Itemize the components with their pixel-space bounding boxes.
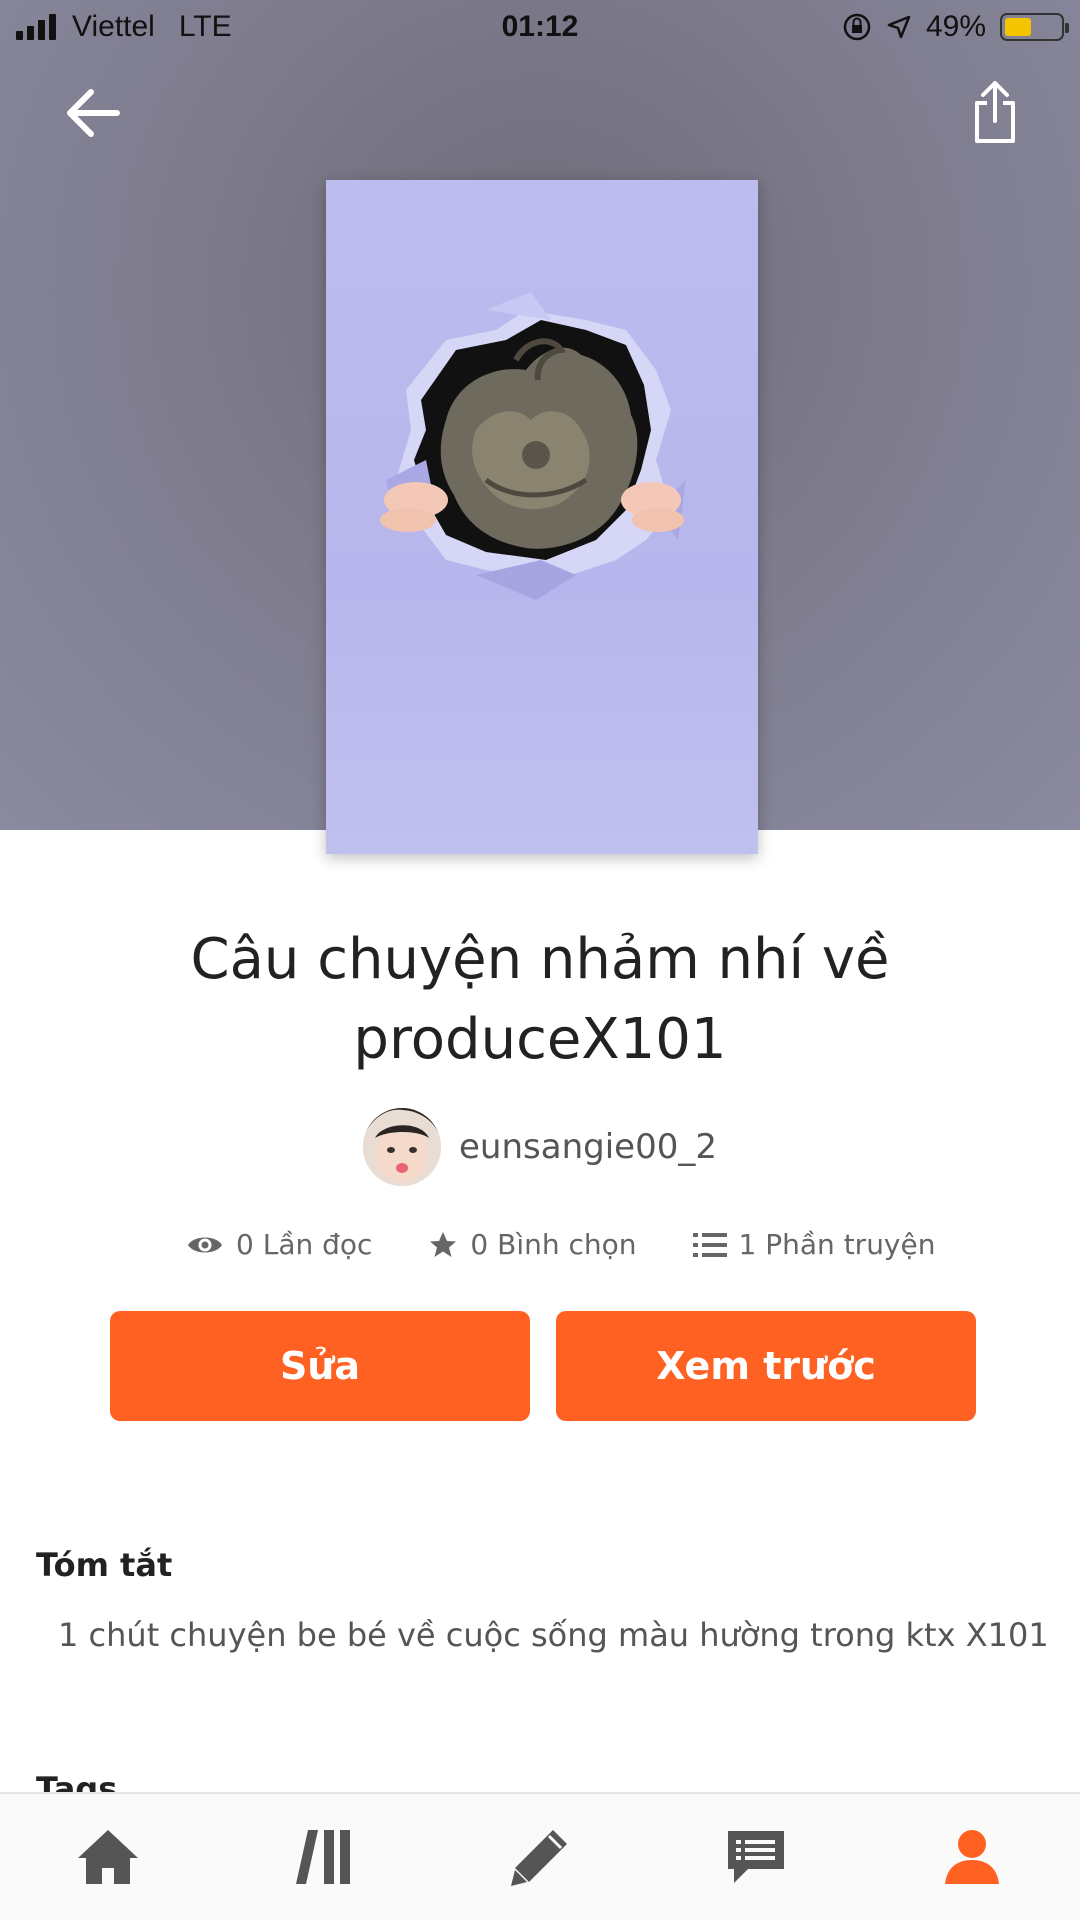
- story-stats: 0 Lần đọc 0 Bình chọn 1 Phần truyện: [186, 1228, 935, 1261]
- write-icon: [511, 1830, 567, 1886]
- messages-icon: [728, 1831, 784, 1883]
- star-icon: [430, 1231, 457, 1257]
- stat-votes: 0 Bình chọn: [428, 1228, 637, 1261]
- battery-icon: [1000, 13, 1069, 41]
- avatar-image: [363, 1108, 442, 1186]
- share-button[interactable]: [960, 72, 1030, 152]
- share-icon: [975, 81, 1015, 143]
- nav-library[interactable]: [264, 1807, 384, 1907]
- edit-button[interactable]: Sửa: [110, 1311, 530, 1421]
- author-name[interactable]: eunsangie00_2: [459, 1127, 717, 1167]
- orientation-lock-icon: [843, 13, 871, 41]
- location-icon: [887, 15, 911, 39]
- stat-votes-label: 0 Bình chọn: [470, 1228, 637, 1261]
- bottom-nav: [0, 1792, 1080, 1920]
- summary-text: 1 chút chuyện be bé về cuộc sống màu hườ…: [58, 1616, 1049, 1654]
- status-bar: Viettel LTE 01:12 49%: [0, 0, 1080, 56]
- story-title: Câu chuyện nhảm nhí về produceX101: [90, 920, 990, 1080]
- home-icon: [78, 1830, 138, 1884]
- stat-parts: 1 Phần truyện: [692, 1228, 936, 1261]
- summary-heading: Tóm tắt: [36, 1546, 173, 1584]
- cover-artwork: [380, 292, 686, 600]
- stat-reads: 0 Lần đọc: [186, 1228, 372, 1261]
- stat-parts-label: 1 Phần truyện: [738, 1228, 936, 1261]
- nav-write[interactable]: [480, 1807, 600, 1907]
- battery-percent: 49%: [925, 10, 986, 43]
- nav-profile[interactable]: [912, 1807, 1032, 1907]
- back-button[interactable]: [58, 78, 128, 148]
- status-right: 49%: [842, 10, 1069, 44]
- list-icon: [692, 1232, 727, 1257]
- story-cover[interactable]: [326, 180, 758, 854]
- author-row[interactable]: eunsangie00_2: [0, 1108, 1080, 1186]
- profile-icon: [945, 1830, 999, 1884]
- story-title-line-1: Câu chuyện nhảm nhí về: [190, 927, 890, 992]
- nav-home[interactable]: [48, 1807, 168, 1907]
- library-icon: [296, 1830, 350, 1884]
- story-title-line-2: produceX101: [353, 1007, 727, 1072]
- preview-button[interactable]: Xem trước: [556, 1311, 976, 1421]
- nav-messages[interactable]: [696, 1807, 816, 1907]
- stat-reads-label: 0 Lần đọc: [236, 1228, 373, 1261]
- arrow-left-icon: [67, 89, 120, 137]
- eye-icon: [188, 1237, 222, 1252]
- avatar[interactable]: [363, 1108, 442, 1186]
